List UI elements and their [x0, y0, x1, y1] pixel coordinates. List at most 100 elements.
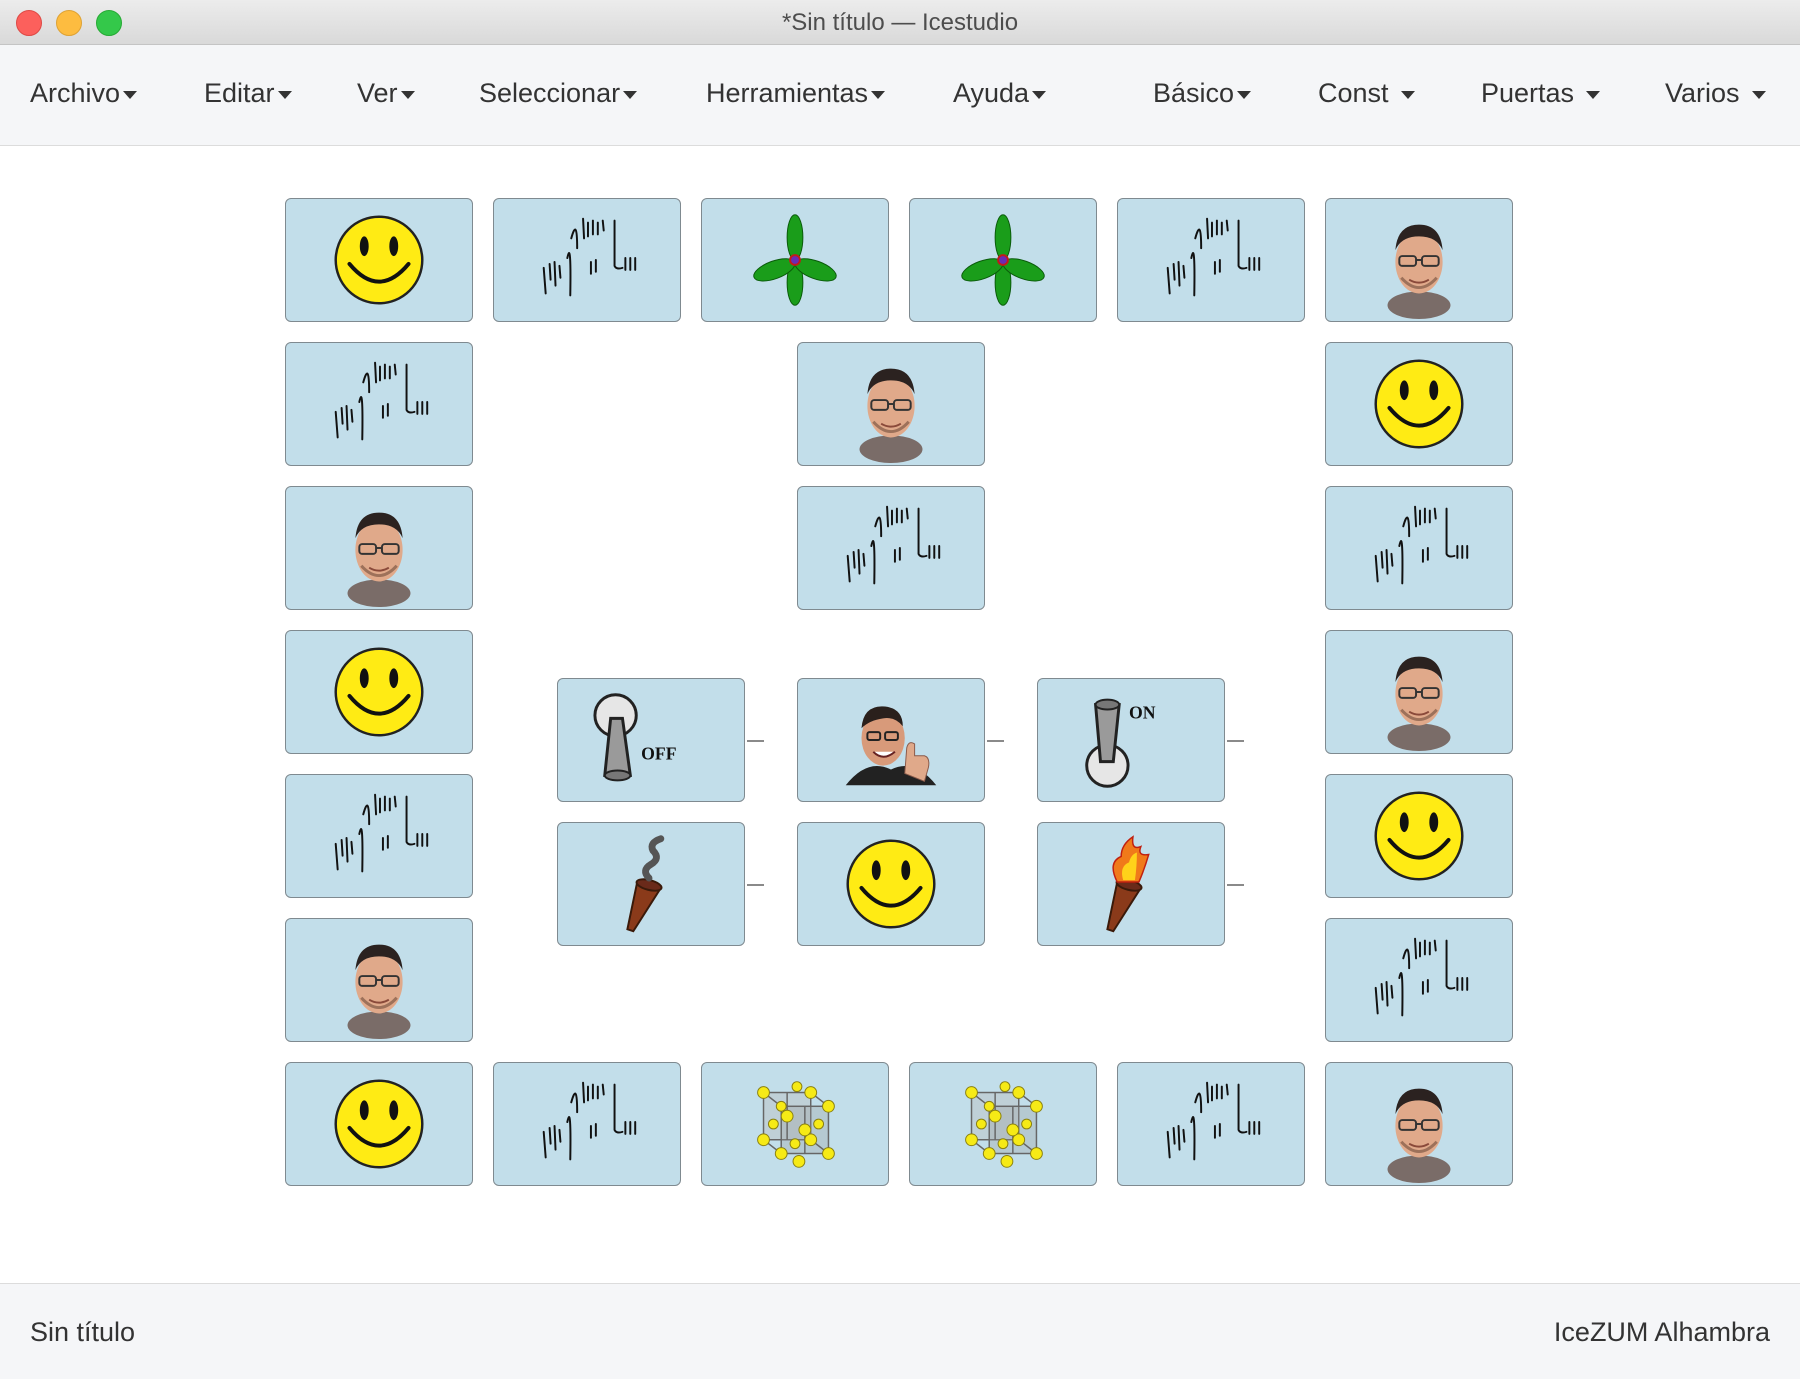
output-port[interactable]	[1227, 740, 1244, 742]
menu-label: Editar	[204, 78, 275, 108]
svg-text:ON: ON	[1129, 702, 1156, 722]
block-tile[interactable]	[909, 198, 1097, 322]
block-tile[interactable]	[1117, 1062, 1305, 1186]
smiley-icon	[1374, 791, 1464, 881]
caret-down-icon	[400, 90, 415, 99]
output-port[interactable]	[747, 740, 764, 742]
block-tile[interactable]	[285, 918, 473, 1042]
menu-label: Const	[1318, 78, 1389, 108]
block-tile[interactable]	[797, 342, 985, 466]
switch-off-icon: OFF	[593, 693, 677, 782]
block-tile[interactable]	[285, 1062, 473, 1186]
signature-icon	[1374, 937, 1469, 1017]
block-tile[interactable]	[1325, 486, 1513, 610]
caret-down-icon	[623, 90, 638, 99]
caret-down-icon	[123, 90, 138, 99]
block-tile[interactable]	[1325, 774, 1513, 898]
signature-icon	[1166, 217, 1261, 297]
block-tile[interactable]	[493, 1062, 681, 1186]
block-tile[interactable]	[797, 822, 985, 946]
torch-on-icon	[1106, 835, 1150, 933]
menu-label: Herramientas	[706, 78, 869, 108]
menu-archivo[interactable]: Archivo	[30, 78, 138, 109]
menu-ayuda[interactable]: Ayuda	[953, 78, 1047, 109]
block-tile[interactable]	[701, 198, 889, 322]
menu-ver[interactable]: Ver	[357, 78, 415, 109]
caret-down-icon	[1586, 90, 1601, 99]
block-tile[interactable]	[285, 342, 473, 466]
block-tile[interactable]	[493, 198, 681, 322]
block-tile[interactable]	[285, 486, 473, 610]
caret-down-icon	[871, 90, 886, 99]
switch-on-icon: ON	[1085, 698, 1156, 788]
status-file-name: Sin título	[30, 1317, 136, 1347]
menu-label: Archivo	[30, 78, 121, 108]
caret-down-icon	[1751, 90, 1766, 99]
menu-label: Básico	[1153, 78, 1235, 108]
block-tile[interactable]: OFF	[557, 678, 745, 802]
caret-down-icon	[277, 90, 292, 99]
face-photo-icon	[1387, 1088, 1451, 1184]
smiley-icon	[334, 215, 424, 305]
block-tile[interactable]	[909, 1062, 1097, 1186]
smiley-icon	[1374, 359, 1464, 449]
smiley-icon	[846, 839, 936, 929]
block-tile[interactable]	[1325, 918, 1513, 1042]
signature-icon	[846, 505, 941, 585]
face-photo-icon	[859, 368, 923, 464]
face-photo-icon	[347, 944, 411, 1040]
signature-icon	[334, 793, 429, 873]
signature-icon	[334, 361, 429, 441]
status-bar: Sin título IceZUM Alhambra	[0, 1283, 1800, 1379]
menu-label: Varios	[1665, 78, 1740, 108]
block-tile[interactable]	[1037, 822, 1225, 946]
block-tile[interactable]	[285, 774, 473, 898]
block-tile[interactable]: ON	[1037, 678, 1225, 802]
menu-seleccionar[interactable]: Seleccionar	[479, 78, 638, 109]
design-canvas[interactable]: OFF ON	[0, 146, 1800, 1283]
block-tile[interactable]	[701, 1062, 889, 1186]
block-tile[interactable]	[1325, 1062, 1513, 1186]
face-photo-icon	[1387, 656, 1451, 752]
block-tile[interactable]	[285, 630, 473, 754]
menu-label: Ver	[357, 78, 398, 108]
status-board-name[interactable]: IceZUM Alhambra	[1554, 1317, 1770, 1348]
menu-label: Seleccionar	[479, 78, 621, 108]
menu-basico[interactable]: Básico	[1153, 78, 1252, 109]
menu-varios[interactable]: Varios	[1665, 78, 1766, 109]
menu-const[interactable]: Const	[1318, 78, 1415, 109]
torch-off-icon	[626, 835, 665, 933]
block-tile[interactable]	[1325, 342, 1513, 466]
svg-text:OFF: OFF	[641, 744, 676, 764]
menu-puertas[interactable]: Puertas	[1481, 78, 1601, 109]
title-bar: *Sin título — Icestudio	[0, 0, 1800, 45]
caret-down-icon	[1400, 90, 1415, 99]
thumbs-up-photo-icon	[845, 706, 937, 786]
face-photo-icon	[1387, 224, 1451, 320]
menu-label: Puertas	[1481, 78, 1575, 108]
block-tile[interactable]	[797, 678, 985, 802]
block-tile[interactable]	[797, 486, 985, 610]
menu-herramientas[interactable]: Herramientas	[706, 78, 886, 109]
menu-editar[interactable]: Editar	[204, 78, 292, 109]
smiley-icon	[334, 647, 424, 737]
menu-label: Ayuda	[953, 78, 1030, 108]
propeller-icon	[961, 214, 1045, 306]
menu-bar: Archivo Editar Ver Seleccionar Herramien…	[0, 45, 1800, 146]
block-tile[interactable]	[1117, 198, 1305, 322]
output-port[interactable]	[747, 884, 764, 886]
window-title: *Sin título — Icestudio	[781, 9, 1019, 36]
caret-down-icon	[1032, 90, 1047, 99]
signature-icon	[1374, 505, 1469, 585]
face-photo-icon	[347, 512, 411, 608]
block-tile[interactable]	[285, 198, 473, 322]
block-tile[interactable]	[1325, 198, 1513, 322]
signature-icon	[1166, 1081, 1261, 1161]
block-tile[interactable]	[557, 822, 745, 946]
crystal-icon	[757, 1081, 835, 1168]
output-port[interactable]	[1227, 884, 1244, 886]
smiley-icon	[334, 1079, 424, 1169]
output-port[interactable]	[987, 740, 1004, 742]
block-tile[interactable]	[1325, 630, 1513, 754]
caret-down-icon	[1237, 90, 1252, 99]
